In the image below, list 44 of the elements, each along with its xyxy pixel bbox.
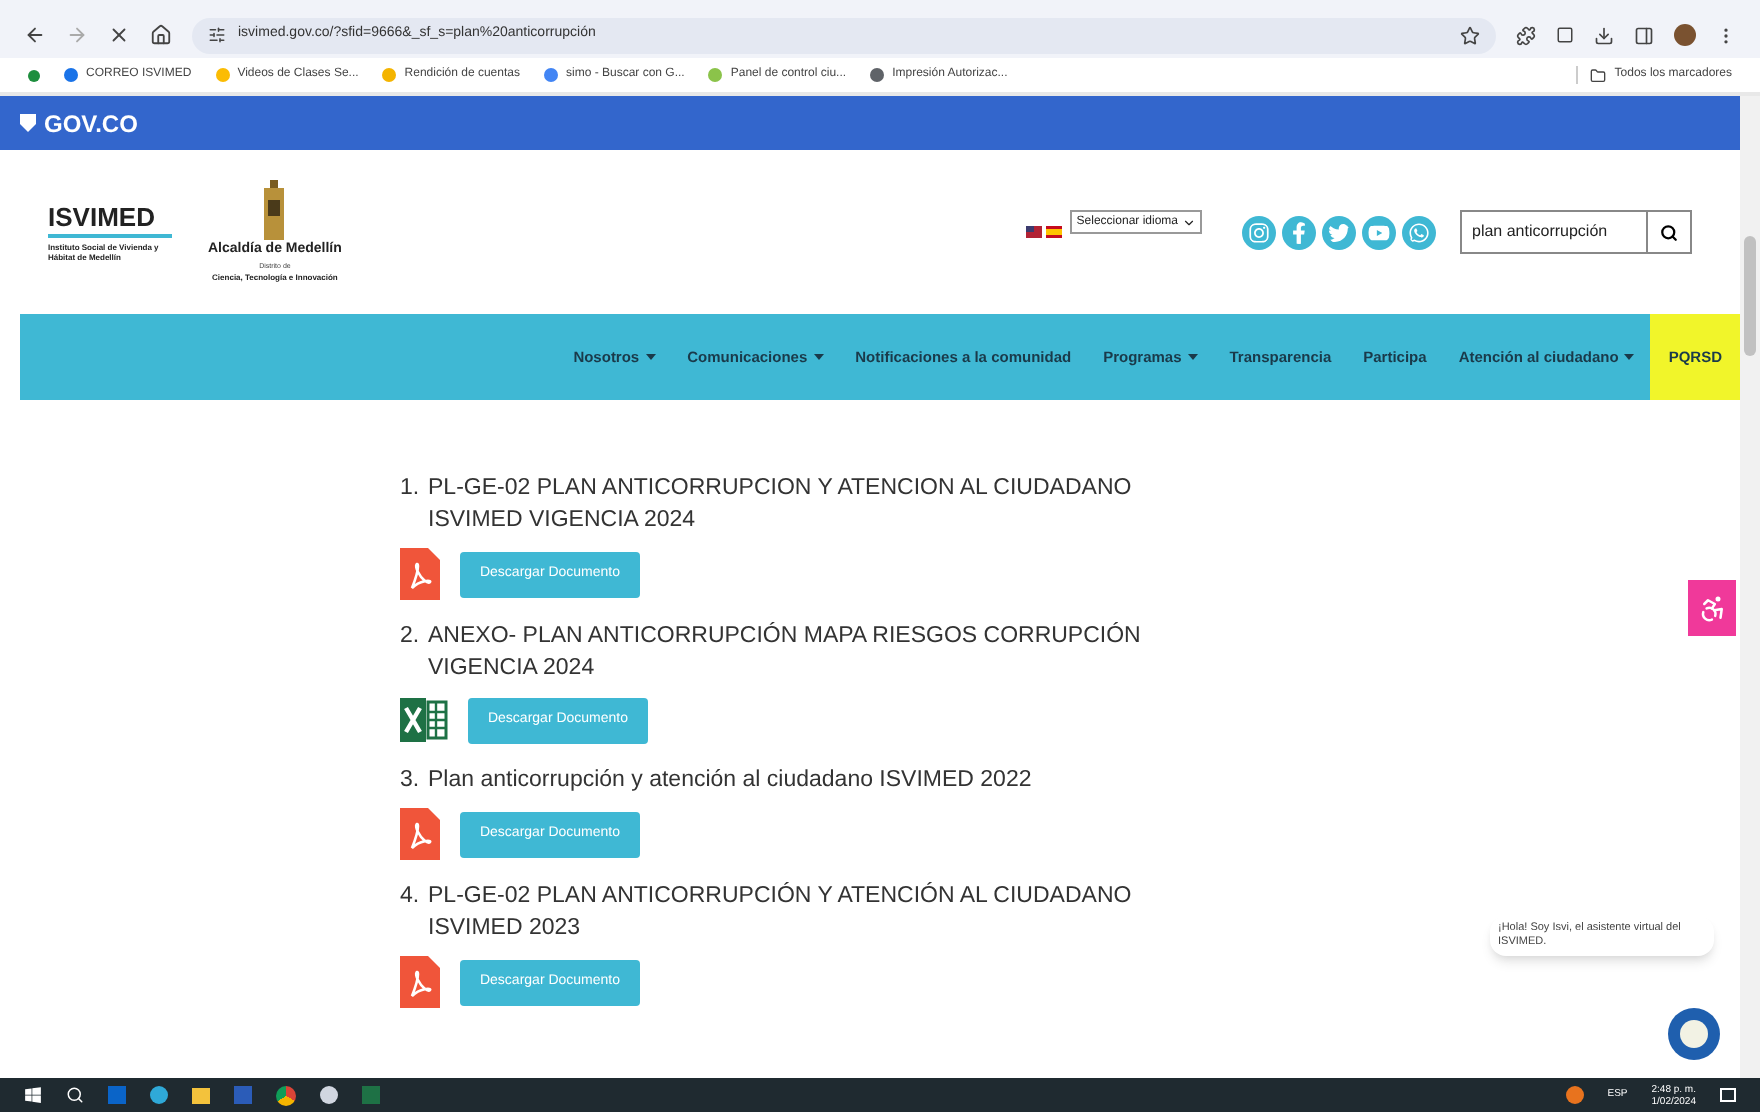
folder-icon bbox=[1590, 67, 1607, 83]
search-icon bbox=[1660, 223, 1678, 241]
notification-icon[interactable] bbox=[1720, 1088, 1736, 1102]
document-title: ANEXO- PLAN ANTICORRUPCIÓN MAPA RIESGOS CORRUPCIÓN VIGENCIA 2024 bbox=[428, 620, 1143, 684]
chrome-app-icon[interactable] bbox=[276, 1085, 296, 1105]
caret-icon bbox=[1624, 354, 1635, 360]
chevron-icon bbox=[1182, 215, 1196, 229]
document-number: 3. bbox=[400, 766, 422, 796]
search-field[interactable]: plan anticorrupción bbox=[1460, 210, 1648, 254]
search-button[interactable] bbox=[1648, 210, 1692, 254]
document-title: Plan anticorrupción y atención al ciudadano ISVIMED 2022 bbox=[428, 766, 1032, 796]
bookmark-star-icon[interactable] bbox=[1460, 25, 1480, 45]
pdf-file-icon bbox=[400, 808, 440, 860]
pdf-file-icon bbox=[400, 548, 440, 600]
caret-icon bbox=[645, 354, 656, 360]
document-title: PL-GE-02 PLAN ANTICORRUPCIÓN Y ATENCIÓN AL CIUDADANO ISVIMED 2023 bbox=[428, 880, 1134, 944]
document-number: 1. bbox=[400, 474, 422, 504]
caret-icon bbox=[813, 354, 824, 360]
wheelchair-icon bbox=[1697, 593, 1727, 623]
home-icon[interactable] bbox=[150, 24, 172, 46]
spreadsheet-file-icon bbox=[400, 696, 448, 744]
side-panel-icon[interactable] bbox=[1634, 25, 1654, 45]
download-icon[interactable] bbox=[1594, 25, 1614, 45]
pdf-file-icon bbox=[400, 956, 440, 1008]
back-icon[interactable] bbox=[24, 24, 46, 46]
building-icon bbox=[260, 180, 289, 241]
extension-icon[interactable] bbox=[1516, 25, 1536, 45]
profile-avatar[interactable] bbox=[1674, 24, 1696, 46]
document-number: 2. bbox=[400, 622, 422, 652]
document-number: 4. bbox=[400, 882, 422, 912]
close-icon[interactable] bbox=[108, 24, 130, 46]
caret-icon bbox=[1187, 354, 1198, 360]
scrollbar[interactable] bbox=[1740, 96, 1760, 1078]
tab-icon[interactable] bbox=[1556, 26, 1574, 44]
logo-title[interactable]: ISVIMED bbox=[48, 203, 172, 237]
flags-icon bbox=[1026, 226, 1063, 238]
chat-button[interactable] bbox=[1668, 1008, 1720, 1060]
shield-icon bbox=[20, 114, 36, 132]
start-icon[interactable] bbox=[24, 1086, 42, 1104]
search-icon[interactable] bbox=[66, 1086, 84, 1104]
gov-logo-text[interactable]: GOV.CO bbox=[44, 105, 138, 141]
document-title: PL-GE-02 PLAN ANTICORRUPCION Y ATENCION AL CIUDADANO ISVIMED VIGENCIA 2024 bbox=[428, 474, 1134, 536]
accessibility-button[interactable] bbox=[1688, 580, 1736, 636]
site-settings-icon[interactable] bbox=[208, 26, 226, 44]
